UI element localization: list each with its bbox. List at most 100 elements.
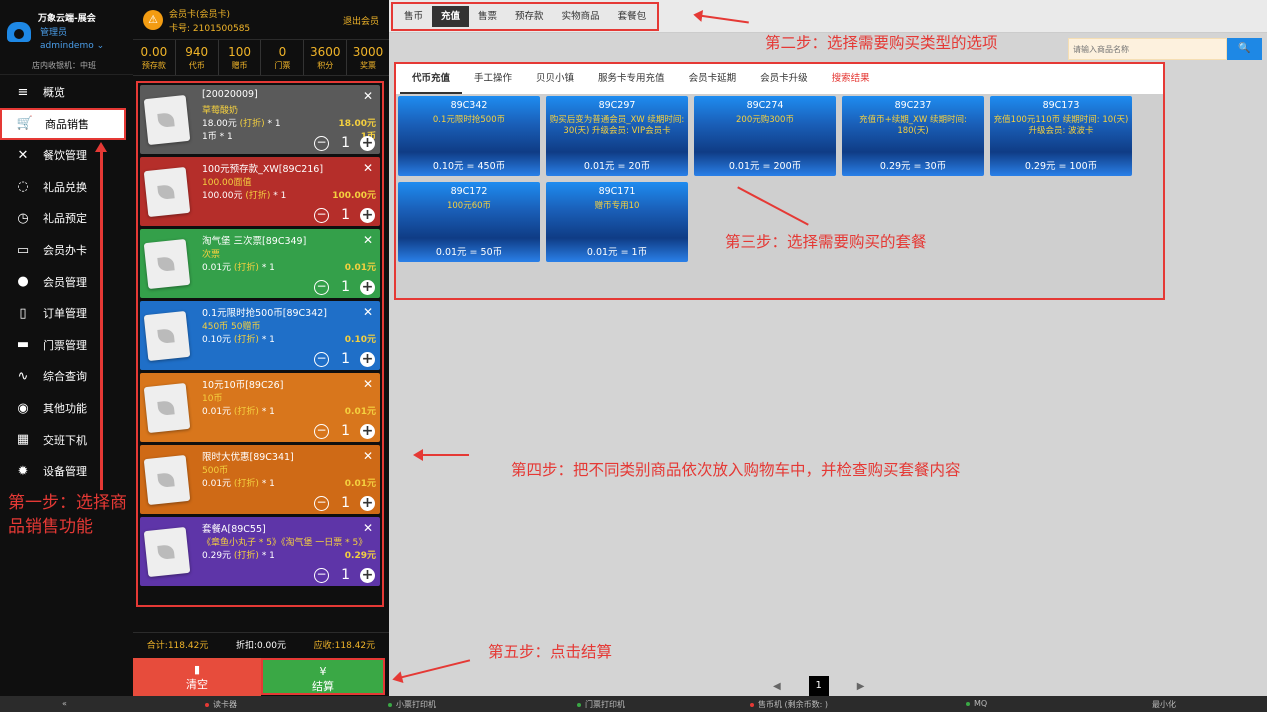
tab-type[interactable]: 充值 xyxy=(432,6,470,27)
cart-item-extra: 1币 * 1 xyxy=(202,132,233,142)
tab-subcategory[interactable]: 会员卡升级 xyxy=(748,64,820,94)
checkout-button[interactable]: ¥ 结算 xyxy=(261,658,385,695)
decrease-icon[interactable]: − xyxy=(314,423,330,439)
status-label: 最小化 xyxy=(1152,700,1176,709)
cart-item: 0.1元限时抢500币[89C342] 450币 50赠币 0.10元 (打折) *… xyxy=(140,301,380,370)
remove-item-icon[interactable]: ✕ xyxy=(363,89,373,103)
cart-item-price-line: 0.01元 (打折) * 1 xyxy=(202,476,275,489)
nav-shift[interactable]: ▦ 交班下机 xyxy=(0,424,133,456)
tab-subcategory[interactable]: 服务卡专用充值 xyxy=(586,64,677,94)
status-label: « xyxy=(62,699,67,708)
decrease-icon[interactable]: − xyxy=(314,207,330,223)
nav-overview[interactable]: ≡ 概览 xyxy=(0,76,133,108)
remove-item-icon[interactable]: ✕ xyxy=(363,377,373,391)
tab-subcategory[interactable]: 搜索结果 xyxy=(820,64,882,94)
quantity-value: 1 xyxy=(341,207,350,223)
product-card[interactable]: 89C297 购买后变为普通会员_XW 续期时间: 30(天) 升级会员: VIP… xyxy=(546,96,688,176)
remove-item-icon[interactable]: ✕ xyxy=(363,305,373,319)
increase-icon[interactable]: + xyxy=(360,135,375,151)
cart-item-price: 0.01元 xyxy=(202,407,232,417)
page-number[interactable]: 1 xyxy=(808,676,829,696)
tab-type[interactable]: 售票 xyxy=(469,6,506,27)
status-item[interactable]: 最小化 xyxy=(1152,699,1176,710)
overview-icon: ≡ xyxy=(17,84,29,100)
tab-subcategory[interactable]: 贝贝小镇 xyxy=(524,64,586,94)
search-icon[interactable]: 🔍 xyxy=(1227,38,1262,60)
member-card-number: 卡号: 2101500585 xyxy=(169,24,251,34)
increase-icon[interactable]: + xyxy=(360,279,375,295)
clear-button[interactable]: ▮ 清空 xyxy=(133,658,261,696)
quantity-stepper: −1 + xyxy=(314,351,375,367)
remove-item-icon[interactable]: ✕ xyxy=(363,449,373,463)
search-input[interactable] xyxy=(1068,38,1227,60)
cart-item-mult: * 1 xyxy=(258,335,275,345)
nav-label: 餐饮管理 xyxy=(43,149,87,163)
quantity-stepper: −1 + xyxy=(314,567,375,583)
quantity-stepper: −1 + xyxy=(314,423,375,439)
product-price: 0.01元 = 20币 xyxy=(583,161,651,172)
cart-item-name: 限时大优惠[89C341] xyxy=(202,452,294,463)
nav-device[interactable]: ✹ 设备管理 xyxy=(0,455,133,487)
tab-type[interactable]: 预存款 xyxy=(506,6,553,27)
product-code: 89C237 xyxy=(894,100,932,111)
tab-type[interactable]: 实物商品 xyxy=(553,6,609,27)
member-stats: 0.00 预存款 940 代币 100 赠币 0 门票 3600 积分 3000 奖票 xyxy=(133,40,389,76)
next-page-icon[interactable]: ▶ xyxy=(857,681,865,692)
product-desc: 充值100元110币 续期时间: 10(天) 升级会员: 波波卡 xyxy=(993,115,1129,136)
remove-item-icon[interactable]: ✕ xyxy=(363,233,373,247)
status-item: 读卡器 xyxy=(205,699,237,710)
product-card[interactable]: 89C173 充值100元110币 续期时间: 10(天) 升级会员: 波波卡 0.… xyxy=(990,96,1132,176)
increase-icon[interactable]: + xyxy=(360,351,375,367)
nav-label: 交班下机 xyxy=(43,433,87,447)
increase-icon[interactable]: + xyxy=(360,567,375,583)
product-card[interactable]: 89C171 赠币专用10 0.01元 = 1币 xyxy=(546,182,688,262)
cart-item-desc: 次票 xyxy=(202,250,221,260)
remove-item-icon[interactable]: ✕ xyxy=(363,161,373,175)
cart-item-discount: (打折) xyxy=(233,335,259,345)
product-panel: 代币充值 手工操作 贝贝小镇 服务卡专用充值 会员卡延期 会员卡升级 搜索结果 89C342… xyxy=(394,62,1165,300)
nav-gift-exchange[interactable]: ◌ 礼品兑换 xyxy=(0,171,133,203)
decrease-icon[interactable]: − xyxy=(314,351,330,367)
cart-item: 100元预存款_XW[89C216] 100.00面值 100.00元 (打折) *… xyxy=(140,157,380,226)
tab-subcategory[interactable]: 会员卡延期 xyxy=(677,64,749,94)
cart-item-name: 淘气堡 三次票[89C349] xyxy=(202,236,307,247)
decrease-icon[interactable]: − xyxy=(314,567,330,583)
quantity-stepper: −1 + xyxy=(314,279,375,295)
nav-gift-booking[interactable]: ◷ 礼品预定 xyxy=(0,202,133,234)
decrease-icon[interactable]: − xyxy=(314,495,330,511)
product-card[interactable]: 89C172 100元60币 0.01元 = 50币 xyxy=(398,182,540,262)
exit-member-button[interactable]: 退出会员 xyxy=(343,14,379,27)
decrease-icon[interactable]: − xyxy=(314,135,330,151)
tab-subcategory[interactable]: 手工操作 xyxy=(462,64,524,94)
nav-member-card[interactable]: ▭ 会员办卡 xyxy=(0,234,133,266)
status-dot-icon xyxy=(205,702,209,707)
product-card[interactable]: 89C274 200元购300币 0.01元 = 200币 xyxy=(694,96,836,176)
prev-page-icon[interactable]: ◀ xyxy=(773,681,781,692)
status-item[interactable]: « xyxy=(62,699,67,708)
nav-member-manage[interactable]: ● 会员管理 xyxy=(0,266,133,298)
cart-item-name: 0.1元限时抢500币[89C342] xyxy=(202,308,328,319)
brand-name: 万象云端-展会 xyxy=(38,14,96,24)
increase-icon[interactable]: + xyxy=(360,495,375,511)
nav-product-sales[interactable]: 🛒 商品销售 xyxy=(0,107,126,140)
nav-query[interactable]: ∿ 综合查询 xyxy=(0,360,133,392)
cart-item-desc: 《章鱼小丸子 * 5》《淘气堡 一日票 * 5》 xyxy=(202,538,368,548)
nav-other[interactable]: ◉ 其他功能 xyxy=(0,392,133,424)
tab-type[interactable]: 套餐包 xyxy=(609,6,656,27)
status-dot-icon xyxy=(388,702,392,707)
product-image-icon xyxy=(143,454,191,506)
search-bar: 🔍 xyxy=(1068,38,1262,60)
tab-type[interactable]: 售币 xyxy=(395,6,432,27)
remove-item-icon[interactable]: ✕ xyxy=(363,521,373,535)
increase-icon[interactable]: + xyxy=(360,207,375,223)
user-menu[interactable]: admindemo ⌄ xyxy=(40,41,104,51)
total-sum: 合计:118.42元 xyxy=(146,641,209,651)
product-card[interactable]: 89C237 充值币+续期_XW 续期时间: 180(天) 0.29元 = 30币 xyxy=(842,96,984,176)
nav-order-manage[interactable]: ▯ 订单管理 xyxy=(0,297,133,329)
increase-icon[interactable]: + xyxy=(360,423,375,439)
nav-catering[interactable]: ✕ 餐饮管理 xyxy=(0,139,133,171)
decrease-icon[interactable]: − xyxy=(314,279,330,295)
product-card[interactable]: 89C342 0.1元限时抢500币 0.10元 = 450币 xyxy=(398,96,540,176)
nav-ticket-manage[interactable]: ▬ 门票管理 xyxy=(0,329,133,361)
tab-subcategory[interactable]: 代币充值 xyxy=(400,64,463,94)
